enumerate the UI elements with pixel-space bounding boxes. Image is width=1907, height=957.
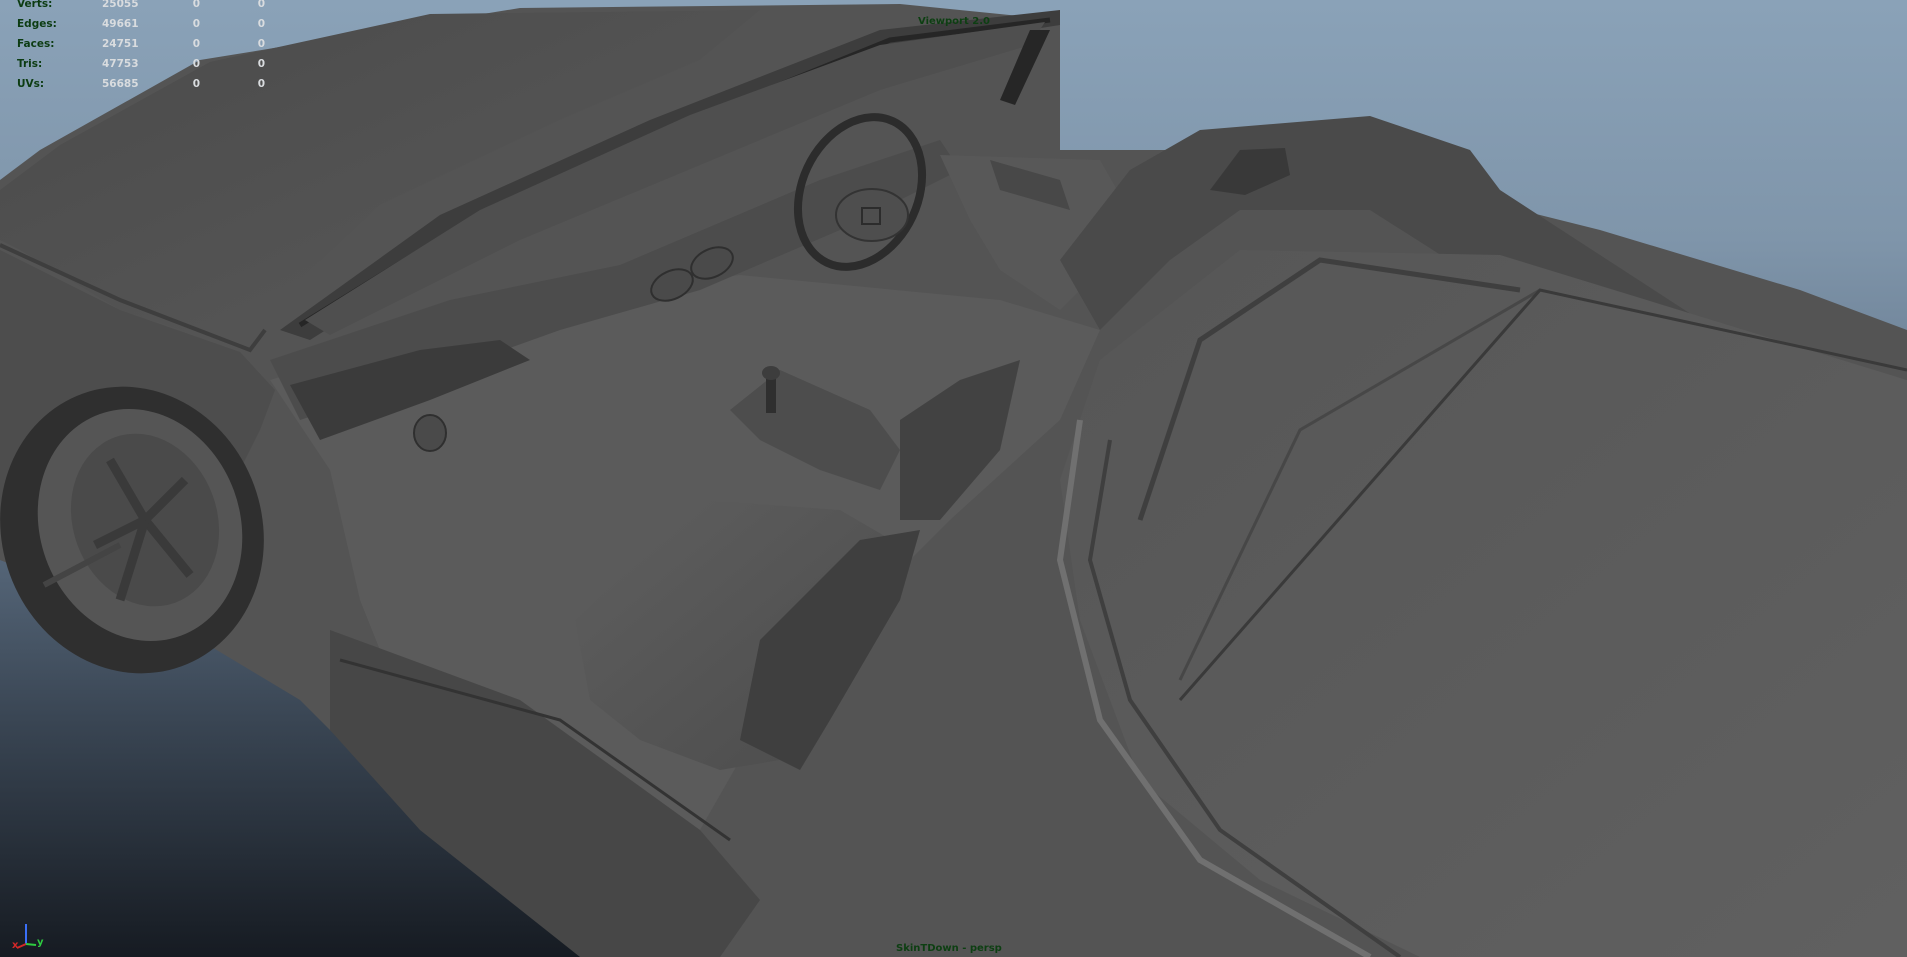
hud-label: Edges: [17,18,57,30]
hud-value-selected: 0 [192,58,200,70]
axis-x-label: x [12,940,19,951]
car-model-render[interactable] [0,0,1907,957]
hud-value-other: 0 [257,38,265,50]
hud-value-selected: 0 [192,0,200,10]
hud-value-selected: 0 [192,18,200,30]
hud-value-total: 49661 [102,18,139,30]
hud-label: Faces: [17,38,55,50]
axis-y-label: y [37,937,44,948]
hud-label: Verts: [17,0,53,10]
renderer-label: Viewport 2.0 [918,16,990,27]
hud-value-other: 0 [257,18,265,30]
hud-value-other: 0 [257,78,265,90]
hud-label: Tris: [17,58,43,70]
hud-value-total: 24751 [102,38,139,50]
hud-value-total: 25055 [102,0,139,10]
hud-value-total: 56685 [102,78,139,90]
hud-value-selected: 0 [192,78,200,90]
hud-label: UVs: [17,78,45,90]
hud-value-total: 47753 [102,58,139,70]
hud-value-selected: 0 [192,38,200,50]
car-body [0,4,1907,957]
camera-name-label: SkinTDown - persp [896,943,1002,954]
axis-gizmo: x y [10,914,50,954]
hud-value-other: 0 [257,0,265,10]
viewport-panel[interactable]: Verts: 25055 0 0 Edges: 49661 0 0 Faces:… [0,0,1907,957]
hud-value-other: 0 [257,58,265,70]
